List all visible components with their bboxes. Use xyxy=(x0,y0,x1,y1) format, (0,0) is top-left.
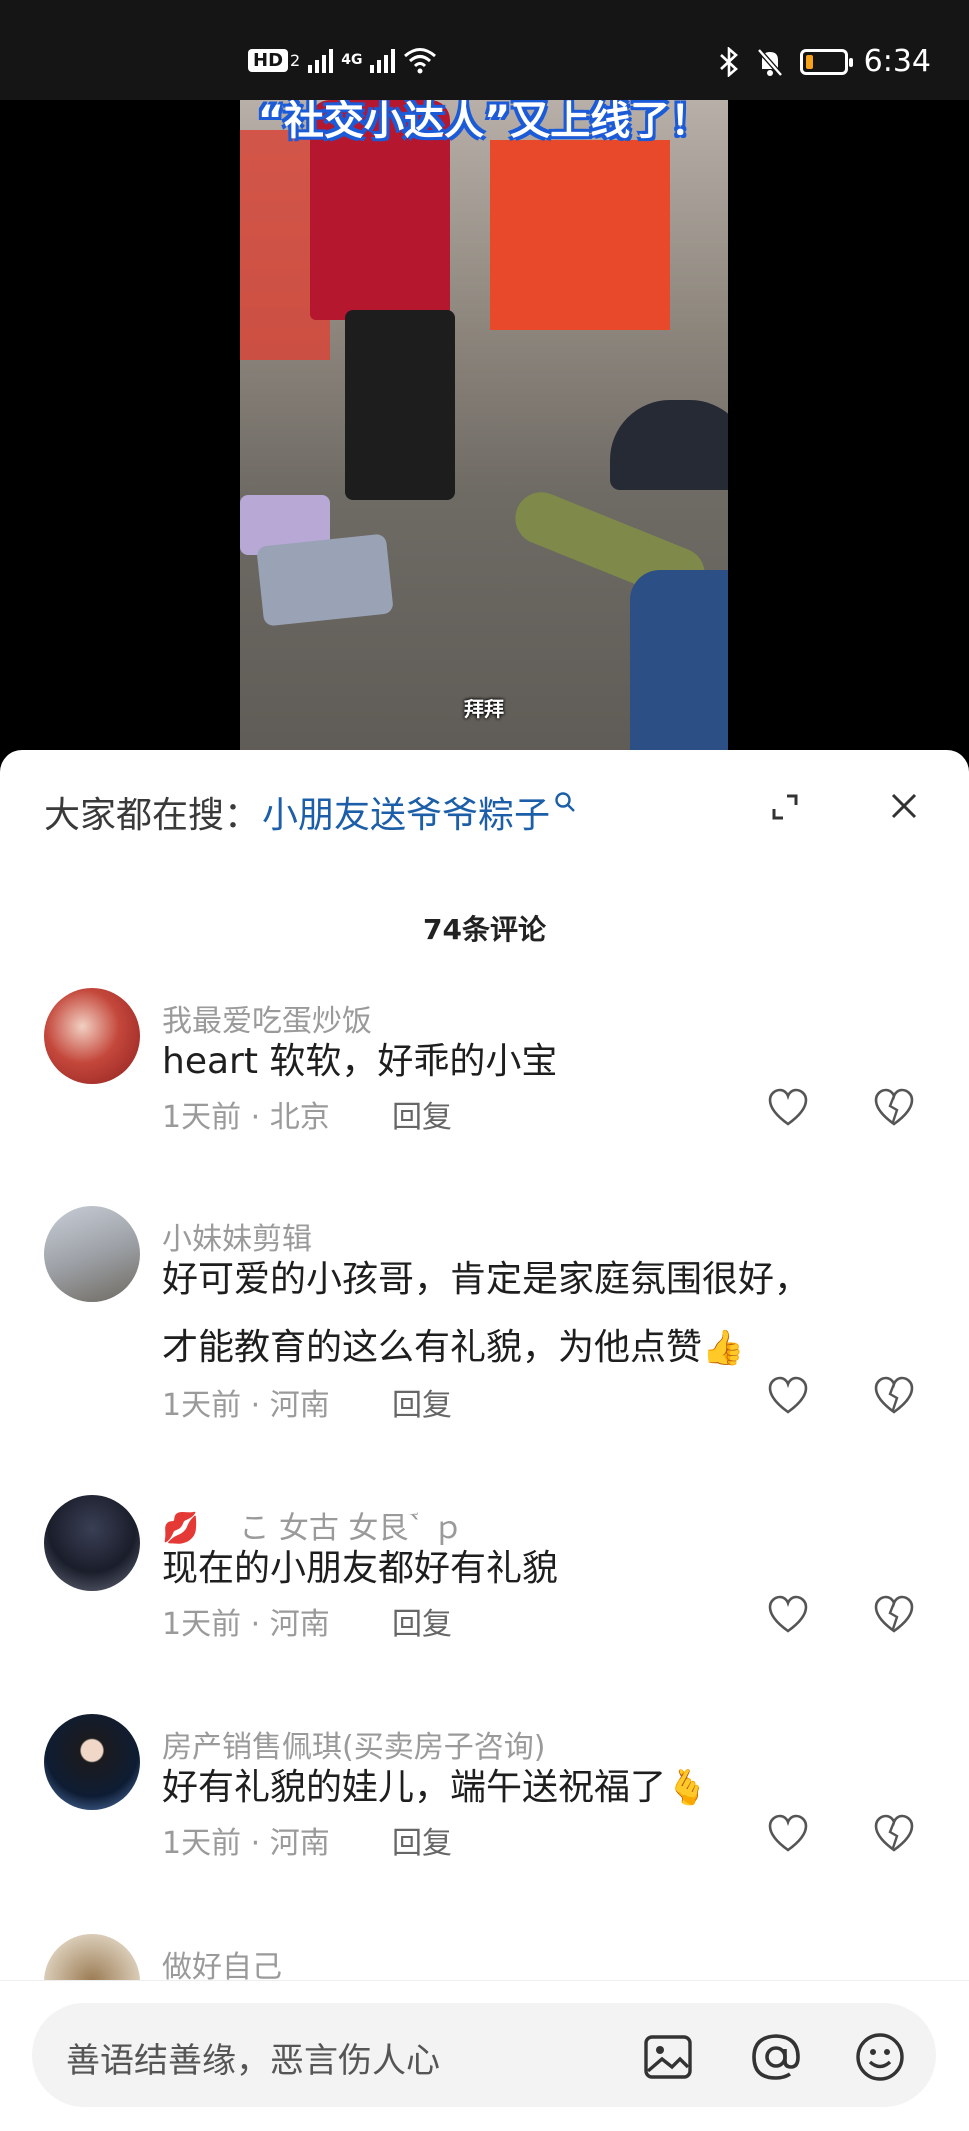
avatar[interactable] xyxy=(44,1206,140,1302)
bluetooth-icon xyxy=(719,46,738,77)
comment-text-part: 好有礼貌的娃儿，端午送祝福了 xyxy=(162,1767,667,1808)
video-player[interactable]: “社交小达人”又上线了！ 拜拜 xyxy=(0,100,969,760)
reply-button[interactable]: 回复 xyxy=(392,1599,452,1643)
avatar[interactable] xyxy=(44,1495,140,1591)
video-wall xyxy=(490,140,670,330)
at-icon[interactable] xyxy=(748,2029,804,2085)
heart-icon[interactable] xyxy=(766,1086,810,1130)
status-right: 6:34 xyxy=(718,44,931,79)
broken-heart-icon[interactable] xyxy=(872,1593,916,1637)
avatar[interactable] xyxy=(44,988,140,1084)
hd-badge: HD xyxy=(248,48,289,72)
comment-count: 74条评论 xyxy=(423,913,546,946)
video-subtitle: 拜拜 xyxy=(464,697,504,721)
broken-heart-icon[interactable] xyxy=(872,1374,916,1418)
comment-meta: 1天前 · 北京 xyxy=(162,1100,330,1135)
comment-text-line: 才能教育的这么有礼貌，为他点赞👍 xyxy=(162,1314,902,1382)
broken-heart-icon[interactable] xyxy=(872,1812,916,1856)
reply-button[interactable]: 回复 xyxy=(392,1380,452,1424)
reply-button[interactable]: 回复 xyxy=(392,1092,452,1136)
image-icon[interactable] xyxy=(640,2029,696,2085)
comment-meta: 1天前 · 河南 xyxy=(162,1826,330,1861)
hd-sub: 2 xyxy=(290,50,301,70)
video-kid-cap xyxy=(610,400,728,490)
emoji-icon[interactable] xyxy=(852,2029,908,2085)
status-left: HD 2 4G xyxy=(248,46,437,74)
wifi-icon xyxy=(404,48,437,74)
mute-bell-icon xyxy=(756,47,783,77)
hot-search-prefix: 大家都在搜： xyxy=(44,795,261,836)
hot-search[interactable]: 大家都在搜： 小朋友送爷爷粽子 xyxy=(44,786,576,838)
close-icon[interactable] xyxy=(888,790,920,822)
battery-icon xyxy=(799,48,853,75)
broken-heart-icon[interactable] xyxy=(872,1086,916,1130)
expand-icon[interactable] xyxy=(770,792,800,822)
comment-sheet: 大家都在搜： 小朋友送爷爷粽子 74条评论 我最爱吃蛋炒饭 heart 软软，好… xyxy=(0,750,969,2131)
video-frame[interactable]: “社交小达人”又上线了！ 拜拜 xyxy=(240,100,728,760)
comment-input-placeholder: 善语结善缘，恶言伤人心 xyxy=(66,2041,440,2081)
comment-meta: 1天前 · 河南 xyxy=(162,1607,330,1642)
video-man-legs xyxy=(345,310,455,500)
heart-icon[interactable] xyxy=(766,1374,810,1418)
comment-text-line: 好可爱的小孩哥，肯定是家庭氛围很好， xyxy=(162,1259,811,1300)
heart-icon[interactable] xyxy=(766,1812,810,1856)
status-bar: HD 2 4G 6:34 xyxy=(0,0,969,100)
comment-input[interactable]: 善语结善缘，恶言伤人心 xyxy=(32,2003,936,2107)
signal-icon-1 xyxy=(308,47,334,73)
comment-text-part: 才能教育的这么有礼貌，为他点赞 xyxy=(162,1327,703,1368)
video-kid-body xyxy=(630,570,728,760)
avatar[interactable] xyxy=(44,1714,140,1810)
video-parcel xyxy=(256,533,394,627)
thumbs-up-emoji: 👍 xyxy=(702,1328,745,1368)
search-icon[interactable] xyxy=(554,791,576,813)
network-label: 4G xyxy=(341,52,363,68)
comment-text: 好可爱的小孩哥，肯定是家庭氛围很好， 才能教育的这么有礼貌，为他点赞👍 xyxy=(162,1246,902,1382)
comment-input-bar: 善语结善缘，恶言伤人心 xyxy=(0,1980,969,2131)
battery-fill xyxy=(805,54,813,69)
heart-hands-emoji: 🫰 xyxy=(666,1768,709,1808)
hot-search-term[interactable]: 小朋友送爷爷粽子 xyxy=(262,786,550,838)
reply-button[interactable]: 回复 xyxy=(392,1818,452,1862)
signal-icon-2 xyxy=(370,47,396,73)
heart-icon[interactable] xyxy=(766,1593,810,1637)
comment-meta: 1天前 · 河南 xyxy=(162,1388,330,1423)
clock: 6:34 xyxy=(863,44,931,79)
video-title-overlay: “社交小达人”又上线了！ xyxy=(257,100,711,144)
